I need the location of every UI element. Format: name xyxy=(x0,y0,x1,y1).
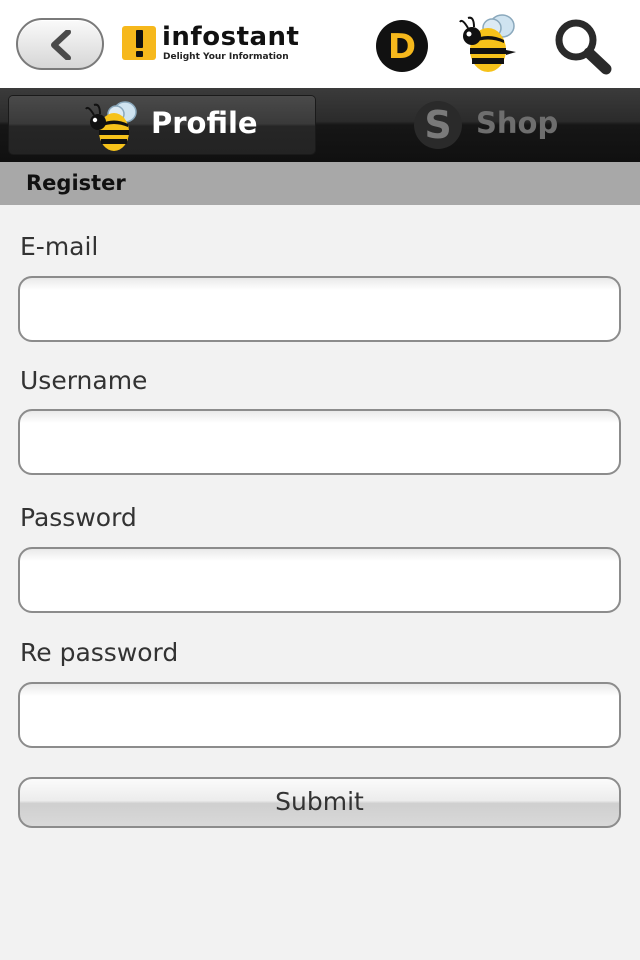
search-icon[interactable] xyxy=(550,16,614,76)
chevron-left-icon xyxy=(51,30,71,60)
tab-profile[interactable]: Profile xyxy=(9,96,315,154)
section-title: Register xyxy=(26,171,126,195)
top-header: infostant Delight Your Information D xyxy=(0,0,640,88)
section-header: Register xyxy=(0,162,640,205)
repassword-label: Re password xyxy=(20,638,179,667)
d-badge-icon[interactable]: D xyxy=(374,18,430,74)
brand-tagline: Delight Your Information xyxy=(163,52,289,62)
tab-bar: Profile S Shop xyxy=(0,88,640,162)
password-label: Password xyxy=(20,503,137,532)
email-field[interactable] xyxy=(18,276,621,342)
shop-icon: S xyxy=(414,101,462,149)
brand-name: infostant xyxy=(162,22,300,52)
back-button[interactable] xyxy=(16,18,104,70)
email-label: E-mail xyxy=(20,232,99,261)
bee-icon xyxy=(85,101,137,151)
tab-profile-label: Profile xyxy=(151,106,258,140)
password-field[interactable] xyxy=(18,547,621,613)
d-badge-letter: D xyxy=(388,27,416,67)
repassword-field[interactable] xyxy=(18,682,621,748)
exclamation-icon xyxy=(122,26,156,60)
tab-shop[interactable]: S Shop xyxy=(325,96,631,154)
submit-button[interactable]: Submit xyxy=(18,777,621,828)
tab-shop-label: Shop xyxy=(476,106,559,140)
username-label: Username xyxy=(20,366,148,395)
bee-icon[interactable] xyxy=(458,12,522,74)
username-field[interactable] xyxy=(18,409,621,475)
